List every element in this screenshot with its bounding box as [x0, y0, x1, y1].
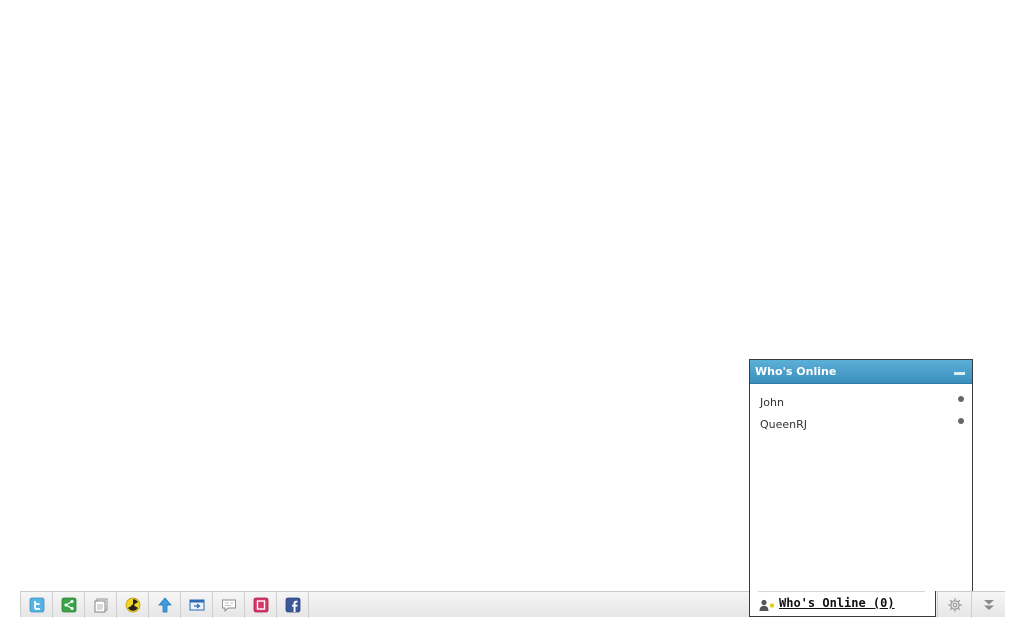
user-online-icon: [759, 599, 775, 611]
gear-icon: [947, 598, 962, 612]
whos-online-label[interactable]: Who's Online (0): [779, 596, 895, 610]
online-user-row[interactable]: John: [760, 391, 964, 409]
status-dot-icon: [958, 418, 964, 424]
whos-online-panel: Who's Online John QueenRJ: [749, 359, 973, 592]
export-icon: [189, 599, 204, 611]
comment-icon: [221, 599, 236, 613]
frame-icon: [253, 597, 268, 613]
divider: [758, 591, 925, 592]
user-name[interactable]: John: [760, 396, 784, 409]
minimize-button[interactable]: [954, 372, 965, 375]
share-button[interactable]: [53, 592, 85, 618]
online-user-row[interactable]: QueenRJ: [760, 413, 964, 431]
export-button[interactable]: [181, 592, 213, 618]
whos-online-tab[interactable]: Who's Online (0): [749, 591, 936, 617]
share-icon: [61, 597, 76, 613]
collapse-toolbar-button[interactable]: [971, 592, 1005, 618]
frame-button[interactable]: [245, 592, 277, 618]
facebook-button[interactable]: [277, 592, 309, 618]
twitter-button[interactable]: [21, 592, 53, 618]
comment-button[interactable]: [213, 592, 245, 618]
pages-icon: [94, 598, 107, 613]
scroll-top-button[interactable]: [149, 592, 181, 618]
arrow-up-icon: [157, 597, 172, 613]
facebook-icon: [285, 597, 300, 613]
double-chevron-down-icon: [983, 600, 994, 610]
whos-online-header: Who's Online: [750, 360, 972, 384]
settings-button[interactable]: [937, 592, 971, 618]
radioactive-icon: [125, 597, 140, 613]
pages-button[interactable]: [85, 592, 117, 618]
user-name[interactable]: QueenRJ: [760, 418, 807, 431]
status-dot-icon: [958, 396, 964, 402]
radioactive-button[interactable]: [117, 592, 149, 618]
twitter-icon: [29, 597, 44, 613]
whos-online-title: Who's Online: [755, 365, 837, 378]
